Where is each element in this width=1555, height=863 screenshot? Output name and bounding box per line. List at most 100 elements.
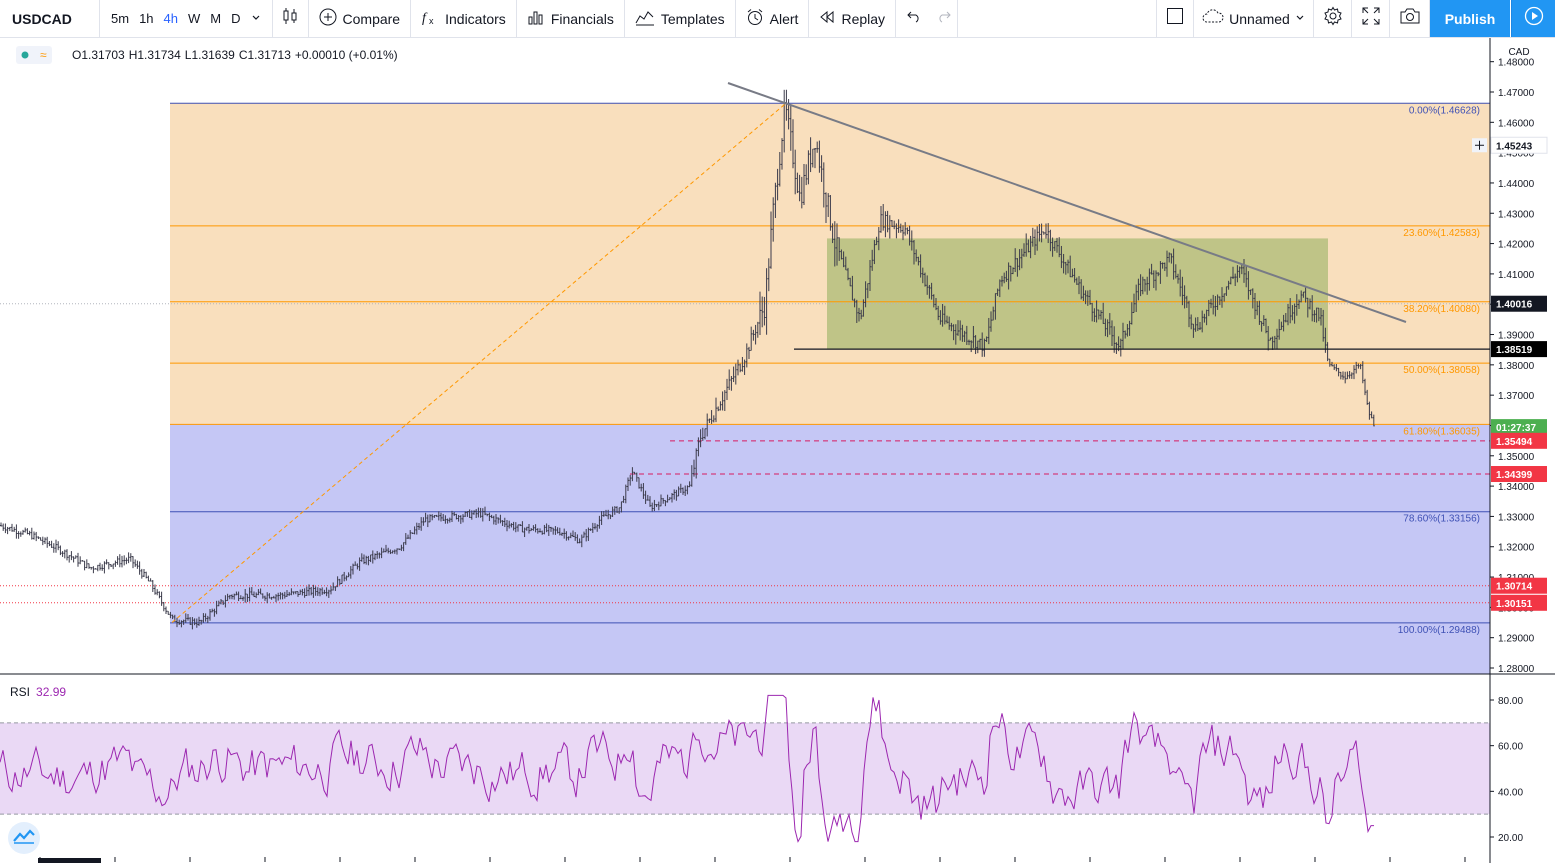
rsi-legend[interactable]: RSI 32.99 [10, 685, 66, 699]
price-tick-label: 1.46000 [1498, 118, 1535, 129]
publish-button[interactable]: Publish [1430, 0, 1510, 37]
rsi-tick-label: 80.00 [1498, 696, 1523, 707]
price-label-text: 1.30714 [1496, 582, 1533, 593]
price-tick-label: 1.41000 [1498, 270, 1535, 281]
candles-icon [281, 7, 299, 30]
price-tick-label: 1.38000 [1498, 361, 1535, 372]
legend-close: C1.31713 [238, 48, 291, 62]
publish-label: Publish [1444, 10, 1496, 27]
alert-button[interactable]: Alert [736, 0, 810, 37]
chevron-down-icon [1295, 10, 1305, 28]
top-toolbar: USDCAD 5m 1h 4h W M D Compare fx Indicat… [0, 0, 1555, 38]
rsi-tick-label: 60.00 [1498, 742, 1523, 753]
camera-icon [1399, 7, 1421, 30]
fib-label: 0.00%(1.46628) [1409, 105, 1480, 116]
ohlc-legend: ≈ O1.31703 H1.31734 L1.31639 C1.31713 +0… [16, 46, 402, 64]
layout-name: Unnamed [1229, 10, 1290, 27]
price-label-text: 1.35494 [1496, 437, 1533, 448]
fullscreen-square-button[interactable] [1156, 0, 1194, 37]
price-tick-label: 1.33000 [1498, 512, 1535, 523]
layout-menu[interactable]: Unnamed [1194, 0, 1314, 37]
price-tick-label: 1.28000 [1498, 664, 1535, 675]
price-tick-label: 1.42000 [1498, 240, 1535, 251]
symbol-search[interactable]: USDCAD [0, 0, 100, 37]
replay-label: Replay [841, 10, 886, 27]
timeframe-dropdown-chevron-icon[interactable] [246, 11, 266, 26]
price-label-text: 1.40016 [1496, 300, 1533, 311]
timeframe-d[interactable]: D [226, 11, 245, 26]
crosshair-plus-icon [1472, 138, 1487, 153]
price-label-text: 1.34399 [1496, 470, 1533, 481]
fib-label: 100.00%(1.29488) [1398, 625, 1480, 636]
price-tick-label: 1.48000 [1498, 58, 1535, 69]
bar-chart-icon [527, 8, 551, 29]
alarm-clock-icon [746, 8, 770, 29]
undo-redo-group [896, 0, 959, 37]
settings-button[interactable] [1314, 0, 1352, 37]
price-tick-label: 1.29000 [1498, 634, 1535, 645]
fx-icon: fx [421, 8, 445, 29]
price-tick-label: 1.39000 [1498, 331, 1535, 342]
fib-zone-blue [170, 424, 1490, 674]
legend-low: L1.31639 [184, 48, 235, 62]
rsi-band [0, 722, 1490, 815]
timeframe-4h[interactable]: 4h [159, 11, 183, 26]
legend-open: O1.31703 [72, 48, 125, 62]
price-label-text: 1.38519 [1496, 345, 1533, 356]
chart-type-button[interactable] [273, 0, 309, 37]
price-label-text: 1.45243 [1496, 141, 1533, 152]
templates-label: Templates [660, 10, 725, 27]
price-tick-label: 1.37000 [1498, 391, 1535, 402]
price-tick-label: 1.47000 [1498, 88, 1535, 99]
financials-button[interactable]: Financials [517, 0, 625, 37]
expand-icon [1362, 7, 1380, 30]
timeframe-1h[interactable]: 1h [134, 11, 158, 26]
fib-label: 78.60%(1.33156) [1403, 514, 1480, 525]
svg-text:x: x [429, 16, 434, 26]
templates-button[interactable]: Templates [625, 0, 736, 37]
timeframe-m[interactable]: M [205, 11, 226, 26]
rsi-pane: 80.00 60.00 40.00 20.00 [0, 694, 1523, 862]
time-scale-indicator [38, 858, 101, 863]
play-icon [1524, 6, 1544, 31]
fib-label: 50.00%(1.38058) [1403, 365, 1480, 376]
compare-button[interactable]: Compare [309, 0, 412, 37]
legend-status-badge[interactable]: ≈ [16, 46, 52, 64]
indicators-button[interactable]: fx Indicators [411, 0, 517, 37]
timeframe-group: 5m 1h 4h W M D [100, 0, 273, 37]
svg-text:f: f [422, 11, 428, 26]
wave-icon: ≈ [40, 48, 47, 62]
replay-button[interactable]: Replay [809, 0, 897, 37]
undo-icon[interactable] [906, 9, 922, 28]
chart-canvas[interactable]: 0.00%(1.46628) 23.60%(1.42583) 38.20%(1.40… [0, 38, 1555, 863]
redo-icon[interactable] [936, 9, 952, 28]
fib-label: 38.20%(1.40080) [1403, 304, 1480, 315]
status-dot-icon [21, 48, 29, 62]
price-tick-label: 1.35000 [1498, 452, 1535, 463]
fib-zones: 0.00%(1.46628) 23.60%(1.42583) 38.20%(1.40… [0, 102, 1490, 674]
price-tick-label: 1.34000 [1498, 482, 1535, 493]
currency-label: CAD [1508, 47, 1529, 58]
fib-label: 61.80%(1.36035) [1403, 426, 1480, 437]
alert-label: Alert [769, 10, 799, 27]
price-tick-label: 1.32000 [1498, 543, 1535, 554]
timeframe-5m[interactable]: 5m [106, 11, 134, 26]
plus-circle-icon [319, 8, 343, 29]
price-tick-label: 1.44000 [1498, 179, 1535, 190]
play-button[interactable] [1511, 0, 1555, 37]
symbol-label: USDCAD [12, 10, 72, 27]
price-tick-label: 1.43000 [1498, 209, 1535, 220]
rewind-icon [819, 10, 841, 27]
fib-label: 23.60%(1.42583) [1403, 228, 1480, 239]
tradingview-logo[interactable] [8, 822, 40, 854]
legend-change: +0.00010 (+0.01%) [294, 48, 398, 62]
rsi-tick-label: 20.00 [1498, 833, 1523, 844]
timeframe-w[interactable]: W [183, 11, 205, 26]
legend-high: H1.31734 [128, 48, 181, 62]
snapshot-button[interactable] [1390, 0, 1430, 37]
compare-label: Compare [342, 10, 401, 27]
templates-icon [635, 8, 661, 29]
financials-label: Financials [550, 10, 614, 27]
indicators-label: Indicators [445, 10, 506, 27]
fullscreen-button[interactable] [1352, 0, 1390, 37]
